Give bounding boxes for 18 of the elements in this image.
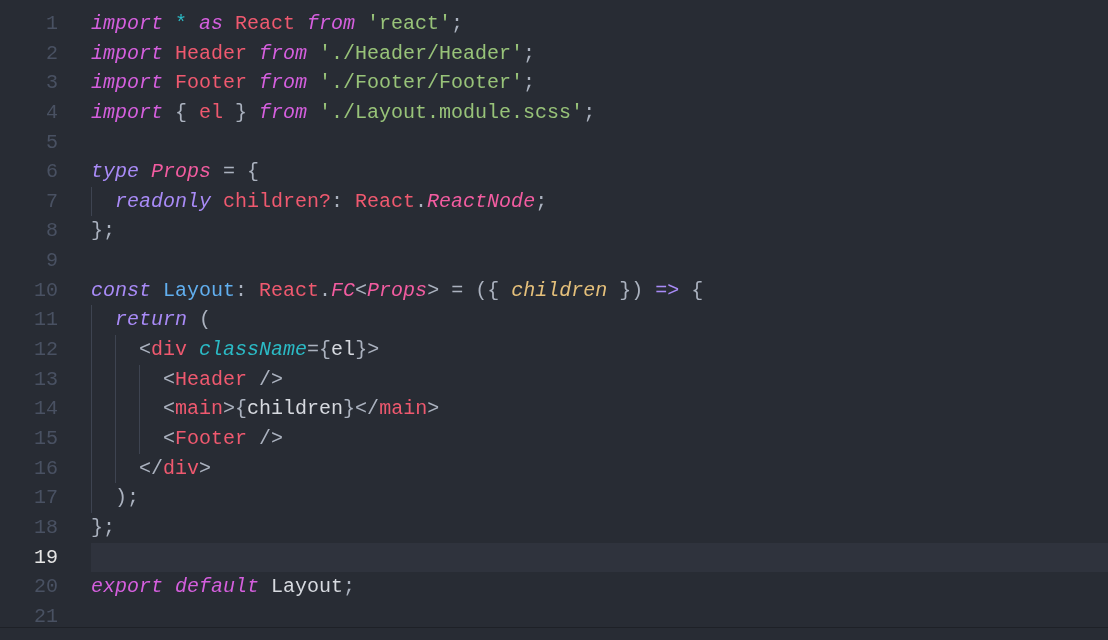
code-line: <main>{children}</main> xyxy=(163,396,440,423)
code-line: <Header /> xyxy=(163,366,284,393)
code-line: import { el } from './Layout.module.scss'; xyxy=(91,99,596,126)
code-line: </div> xyxy=(139,455,212,482)
code-line: const Layout: React.FC<Props> = ({ children }) => { xyxy=(91,277,704,304)
code-line: export default Layout; xyxy=(91,574,356,601)
code-line: }; xyxy=(91,514,115,541)
code-line: type Props = { xyxy=(91,159,260,186)
code-line: }; xyxy=(91,218,115,245)
code-line: <Footer /> xyxy=(163,425,284,452)
code-line: <div className={el}> xyxy=(139,337,380,364)
code-line: import * as React from 'react'; xyxy=(91,11,464,37)
code-line: import Footer from './Footer/Footer'; xyxy=(91,70,536,97)
code-line: import Header from './Header/Header'; xyxy=(91,40,536,67)
code-line: readonly children?: React.ReactNode; xyxy=(115,188,548,215)
code-line: return ( xyxy=(115,307,212,334)
line-number: 19 xyxy=(34,545,58,569)
code-line: ); xyxy=(115,485,140,512)
